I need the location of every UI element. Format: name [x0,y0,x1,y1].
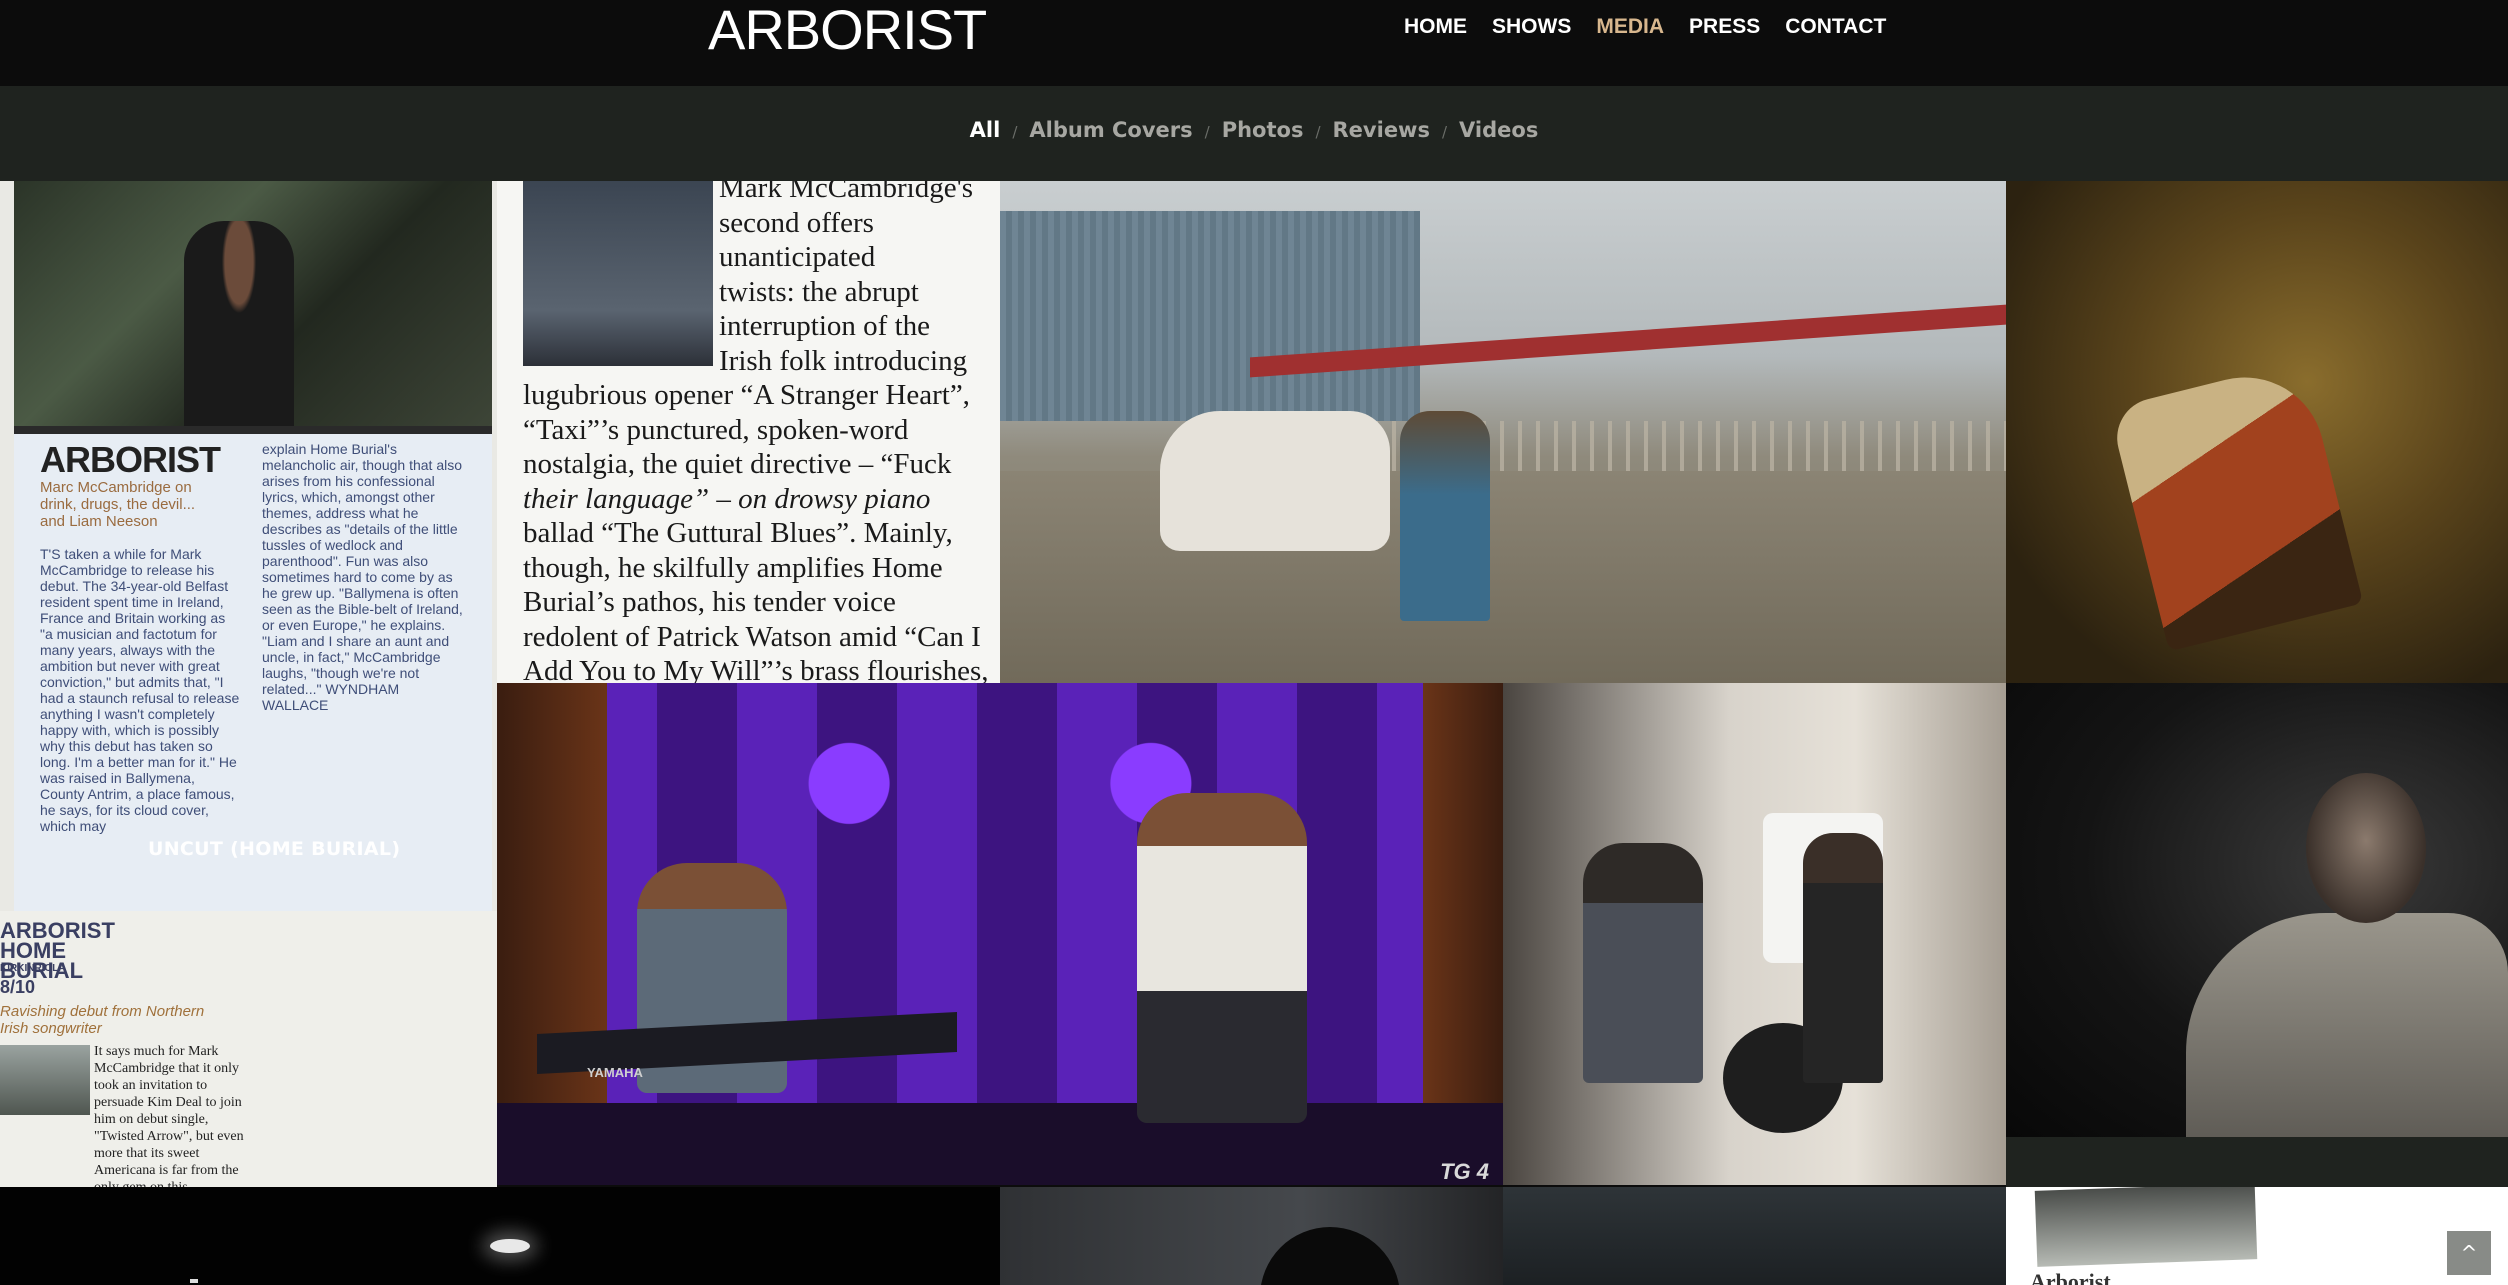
nav-home[interactable]: HOME [1404,14,1467,40]
filter-album-covers[interactable]: Album Covers [1029,118,1192,142]
gallery-item-portrait[interactable] [2006,683,2508,1137]
review-line: twists: the abrupt [719,275,919,308]
face-shape [2306,773,2426,923]
review-line: though, he skilfully amplifies Home [523,551,943,584]
gallery-caption: UNCUT (HOME BURIAL) [148,838,401,860]
top-header: ARBORIST HOME SHOWS MEDIA PRESS CONTACT [0,0,2508,86]
review-subtitle: Ravishing debut from Northern Irish song… [0,1003,205,1037]
site-logo[interactable]: ARBORIST [708,0,987,60]
nav-press[interactable]: PRESS [1689,14,1760,40]
filter-photos[interactable]: Photos [1222,118,1304,142]
man-figure [1400,411,1490,621]
review-line: “Taxi”’s punctured, spoken-word [523,413,909,446]
clip-subhead: Marc McCambridge on drink, drugs, the de… [40,479,196,530]
gallery-item-dark-photo[interactable] [1503,1187,2006,1285]
filter-videos[interactable]: Videos [1459,118,1538,142]
review-line: redolent of Patrick Watson amid “Can I [523,620,981,653]
review-body: Mark McCambridge's second offers unantic… [523,181,993,683]
guitar-player [1137,793,1307,1123]
drummer-figure [1583,843,1703,1083]
filter-list: All / Album Covers / Photos / Reviews / Videos [0,118,2508,142]
gallery-item-live-performance[interactable]: YAMAHA TG 4 [497,683,1503,1185]
channel-watermark: TG 4 [1440,1159,1489,1184]
grid-gap [2006,1137,2508,1187]
review-line: Burial’s pathos, his tender voice [523,586,896,618]
album-word: Arborist [2030,1269,2111,1285]
nav-shows[interactable]: SHOWS [1492,14,1571,40]
light-dot [190,1279,198,1283]
dancer-figure [2108,360,2364,652]
filter-bar: All / Album Covers / Photos / Reviews / Videos [0,86,2508,181]
review-score: 8/10 [0,977,36,997]
guitarist-figure [1803,833,1883,1083]
hair-shape [1260,1227,1400,1285]
review-line: Add You to My Will”’s brass flourishes, [523,655,989,683]
filter-separator: / [1315,123,1321,141]
gallery-item-album-clip[interactable]: Arborist [2006,1187,2508,1285]
gallery-item-studio-photo[interactable] [1503,683,2006,1185]
horse-shape [1160,411,1390,551]
gallery-item-dancer-photo[interactable] [2006,181,2508,683]
gallery-item-horse-video[interactable] [1000,181,2006,683]
review-image [0,1045,90,1115]
artist-figure [184,221,294,426]
album-image [2034,1187,2258,1267]
barn-shape [1000,211,1420,421]
keyboard-brand: YAMAHA [587,1065,643,1080]
gallery-item-review-clip[interactable]: Mark McCambridge's second offers unantic… [497,181,1000,683]
review-line: their language” – on drowsy piano [523,482,931,515]
filter-reviews[interactable]: Reviews [1333,118,1430,142]
filter-separator: / [1441,123,1448,141]
filter-separator: / [1012,123,1018,141]
stage-floor [497,1103,1503,1185]
nav-media[interactable]: MEDIA [1596,14,1664,40]
review-text: It says much for Mark McCambridge that i… [94,1044,244,1187]
review-line: lugubrious opener “A Stranger Heart”, [523,379,970,411]
ground [1000,471,2006,683]
review-label: KIRKINRIOLA [0,963,66,974]
review-line: Mark McCambridge's [719,181,974,204]
clip-headline: ARBORIST [40,439,221,480]
back-to-top-button[interactable]: ^ [2447,1231,2491,1275]
stage-light [490,1239,530,1253]
filter-separator: / [1204,123,1210,141]
review-line: interruption of the [719,310,931,342]
review-line: Irish folk introducing [719,344,968,377]
gallery-item-portrait-2[interactable] [1000,1187,1503,1285]
nav-contact[interactable]: CONTACT [1785,14,1886,40]
review-line: second offers [719,206,874,239]
gallery-item-uncut-review[interactable]: ARBORIST Marc McCambridge on drink, drug… [0,181,497,1187]
main-nav: HOME SHOWS MEDIA PRESS CONTACT [1404,14,1911,40]
artist-photo [14,181,492,426]
filter-all[interactable]: All [970,118,1001,142]
review-line: ballad “The Guttural Blues”. Mainly, [523,517,953,549]
gallery-item-dark-video[interactable] [0,1187,1000,1285]
review-line: nostalgia, the quiet directive – “Fuck [523,448,952,480]
shirt-shape [2186,913,2508,1137]
review-line: unanticipated [719,241,876,273]
